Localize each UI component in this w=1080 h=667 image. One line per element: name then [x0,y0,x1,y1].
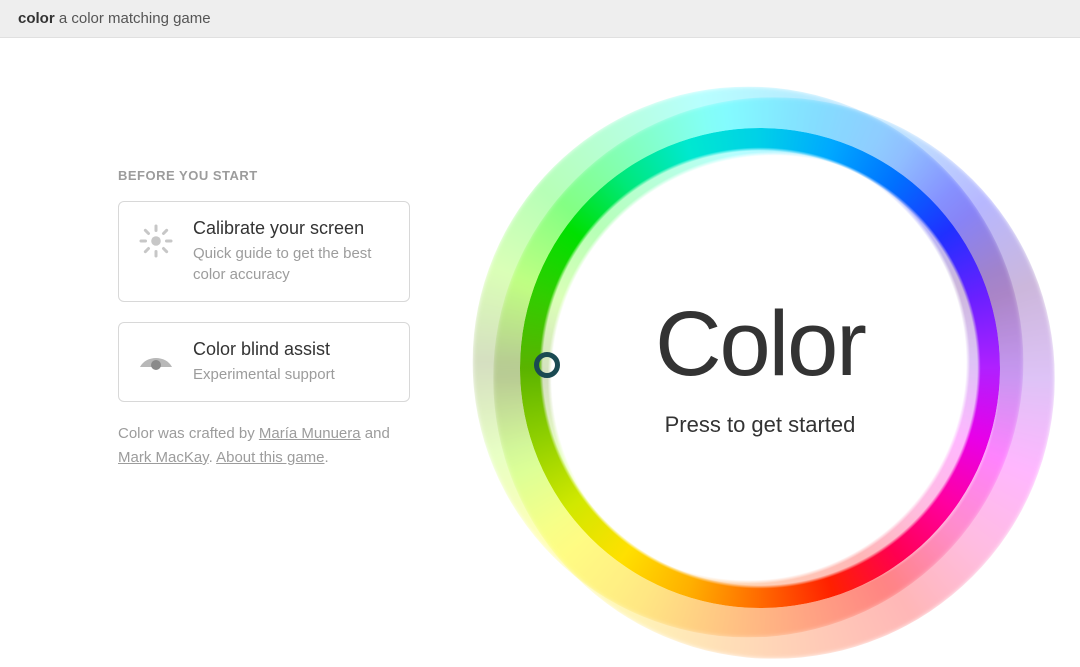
brightness-icon [137,222,175,260]
colorblind-title: Color blind assist [193,339,335,360]
section-label: BEFORE YOU START [118,168,410,183]
calibrate-subtitle: Quick guide to get the best color accura… [193,243,391,285]
calibrate-title: Calibrate your screen [193,218,391,239]
color-wheel-ring [520,128,1000,608]
color-wheel-handle[interactable] [534,352,560,378]
tagline: a color matching game [59,10,211,27]
right-panel: Color Press to get started [440,38,1080,664]
author-link-2[interactable]: Mark MacKay [118,449,209,466]
eye-icon [137,343,175,381]
page-header: color a color matching game [0,0,1080,38]
credits-sep: . [209,449,217,466]
author-link-1[interactable]: María Munuera [259,425,361,442]
calibrate-screen-card[interactable]: Calibrate your screen Quick guide to get… [118,201,410,302]
brand-name: color [18,10,55,27]
credits-mid: and [361,425,390,442]
colorblind-text: Color blind assist Experimental support [193,339,335,385]
color-wheel-start-button[interactable]: Color Press to get started [490,98,1030,638]
credits-post: . [325,449,329,466]
left-panel: BEFORE YOU START Calibrate your screen Q [0,38,440,664]
credits-text: Color was crafted by María Munuera and M… [118,422,410,470]
credits-pre: Color was crafted by [118,425,259,442]
colorblind-assist-card[interactable]: Color blind assist Experimental support [118,322,410,402]
main-area: BEFORE YOU START Calibrate your screen Q [0,38,1080,664]
colorblind-subtitle: Experimental support [193,364,335,385]
calibrate-text: Calibrate your screen Quick guide to get… [193,218,391,285]
about-link[interactable]: About this game [216,449,324,466]
